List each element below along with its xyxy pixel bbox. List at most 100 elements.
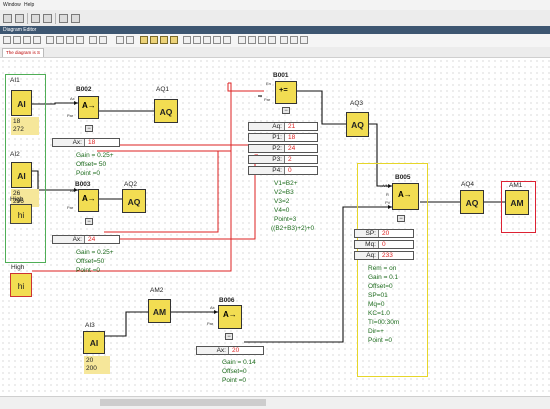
delete-icon[interactable]: [76, 36, 84, 44]
b002-ax-field[interactable]: Ax: 18: [52, 138, 120, 147]
menu-help[interactable]: Help: [24, 2, 34, 8]
ai2-block[interactable]: AI: [11, 162, 32, 188]
b001-p4-value: 0: [288, 167, 292, 174]
ai1-value-2: 272: [13, 126, 24, 133]
trend-icon[interactable]: [280, 36, 288, 44]
zoom-out-icon[interactable]: [223, 36, 231, 44]
print-icon[interactable]: [43, 14, 52, 23]
monitor-icon[interactable]: [268, 36, 276, 44]
zoom-in-icon[interactable]: [213, 36, 221, 44]
b002-block[interactable]: A→: [78, 96, 99, 119]
b005-collapse-button[interactable]: −: [397, 215, 405, 222]
b003-params-text: Gain = 0.25+ Offset=50 Point =0: [76, 248, 114, 275]
aq2-block[interactable]: AQ: [122, 189, 146, 213]
b006-offset: Offset=0: [222, 368, 247, 375]
cut-icon[interactable]: [46, 36, 54, 44]
menu-window[interactable]: Window: [3, 2, 21, 8]
paste-icon[interactable]: [66, 36, 74, 44]
b003-gain: Gain = 0.25+: [76, 249, 114, 256]
b002-ax-pin: Ax: [70, 96, 75, 101]
online-icon[interactable]: [150, 36, 158, 44]
b005-gain: Gain = 0.1: [368, 274, 399, 281]
block-icon[interactable]: [193, 36, 201, 44]
high2-block[interactable]: hi: [10, 273, 32, 297]
amplifier-icon: A→: [223, 310, 237, 319]
select-icon[interactable]: [3, 36, 11, 44]
b006-block[interactable]: A→: [218, 305, 242, 329]
b005-mq-field[interactable]: Mq: 0: [354, 240, 414, 249]
am2-block[interactable]: AM: [148, 299, 171, 323]
b005-block[interactable]: A→: [392, 183, 419, 210]
transfer-icon[interactable]: [59, 14, 68, 23]
aq3-block[interactable]: AQ: [346, 112, 369, 137]
list-icon[interactable]: [258, 36, 266, 44]
b001-v3: V3=2: [274, 198, 290, 205]
b001-label: B001: [273, 72, 289, 79]
b002-collapse-button[interactable]: −: [85, 125, 93, 132]
aq4-block[interactable]: AQ: [460, 190, 484, 214]
horizontal-scrollbar[interactable]: [0, 396, 550, 409]
join-icon[interactable]: [99, 36, 107, 44]
am1-block[interactable]: AM: [505, 190, 529, 215]
text-icon[interactable]: [33, 36, 41, 44]
scrollbar-thumb[interactable]: [100, 399, 266, 406]
ai3-value-2: 200: [86, 365, 97, 372]
layout-icon[interactable]: [183, 36, 191, 44]
ai1-block[interactable]: AI: [11, 90, 32, 116]
view-icon[interactable]: [238, 36, 246, 44]
b006-ax-field[interactable]: Ax: 20: [196, 346, 264, 355]
new-icon[interactable]: [3, 14, 12, 23]
b001-aq-field[interactable]: Aq: 21: [248, 122, 318, 131]
copy-icon[interactable]: [56, 36, 64, 44]
simulate-icon[interactable]: [140, 36, 148, 44]
aq1-block[interactable]: AQ: [154, 99, 178, 123]
b001-p1-value: 18: [288, 134, 296, 141]
frame-icon[interactable]: [203, 36, 211, 44]
undo-icon[interactable]: [116, 36, 124, 44]
upload-icon[interactable]: [71, 14, 80, 23]
ai3-values: 20 200: [84, 356, 110, 374]
b003-ax-field[interactable]: Ax: 24: [52, 235, 120, 244]
b005-mq: Mq=0: [368, 301, 385, 308]
high2-label: High: [11, 264, 25, 271]
b003-collapse-button[interactable]: −: [85, 218, 93, 225]
b005-kc: KC=1.0: [368, 310, 390, 317]
b001-p1-field[interactable]: P1: 18: [248, 133, 318, 142]
constant-icon[interactable]: [23, 36, 31, 44]
b005-sp-field[interactable]: SP: 20: [354, 229, 414, 238]
b005-dir: Dir=+: [368, 328, 384, 335]
b005-ti: TI=00:30m: [368, 319, 400, 326]
properties-icon[interactable]: [300, 36, 308, 44]
b001-block[interactable]: +=: [275, 81, 297, 104]
b001-p2-field[interactable]: P2: 24: [248, 144, 318, 153]
align-icon[interactable]: [160, 36, 168, 44]
b002-gain: Gain = 0.25+: [76, 152, 114, 159]
diagram-tab[interactable]: The diagram is S: [2, 48, 45, 57]
redo-icon[interactable]: [126, 36, 134, 44]
connect-icon[interactable]: [13, 36, 21, 44]
b001-collapse-button[interactable]: −: [282, 107, 290, 114]
b001-p4-field[interactable]: P4: 0: [248, 166, 318, 175]
high1-block[interactable]: hi: [10, 204, 32, 224]
b006-gain: Gain = 0.14: [222, 359, 256, 366]
table-icon[interactable]: [248, 36, 256, 44]
amplifier-icon: A→: [82, 194, 96, 203]
split-icon[interactable]: [89, 36, 97, 44]
grid-icon[interactable]: [170, 36, 178, 44]
open-icon[interactable]: [15, 14, 24, 23]
ai1-value-1: 18: [13, 118, 21, 125]
b005-sp: SP=01: [368, 292, 388, 299]
chart-icon[interactable]: [290, 36, 298, 44]
b005-offset: Offset=0: [368, 283, 393, 290]
save-icon[interactable]: [31, 14, 40, 23]
b003-block[interactable]: A→: [78, 189, 99, 212]
b002-offset: Offset= 50: [76, 161, 107, 168]
b001-v1: V1=B2+: [274, 180, 298, 187]
ai3-block[interactable]: AI: [83, 331, 105, 354]
b006-collapse-button[interactable]: −: [225, 333, 233, 340]
editor-title-text: Diagram Editor: [3, 27, 37, 33]
b005-aq-field[interactable]: Aq: 233: [354, 251, 414, 260]
b006-par-pin: Par: [207, 321, 214, 326]
b005-rem: Rem = on: [368, 265, 397, 272]
b001-p3-field[interactable]: P3: 2: [248, 155, 318, 164]
